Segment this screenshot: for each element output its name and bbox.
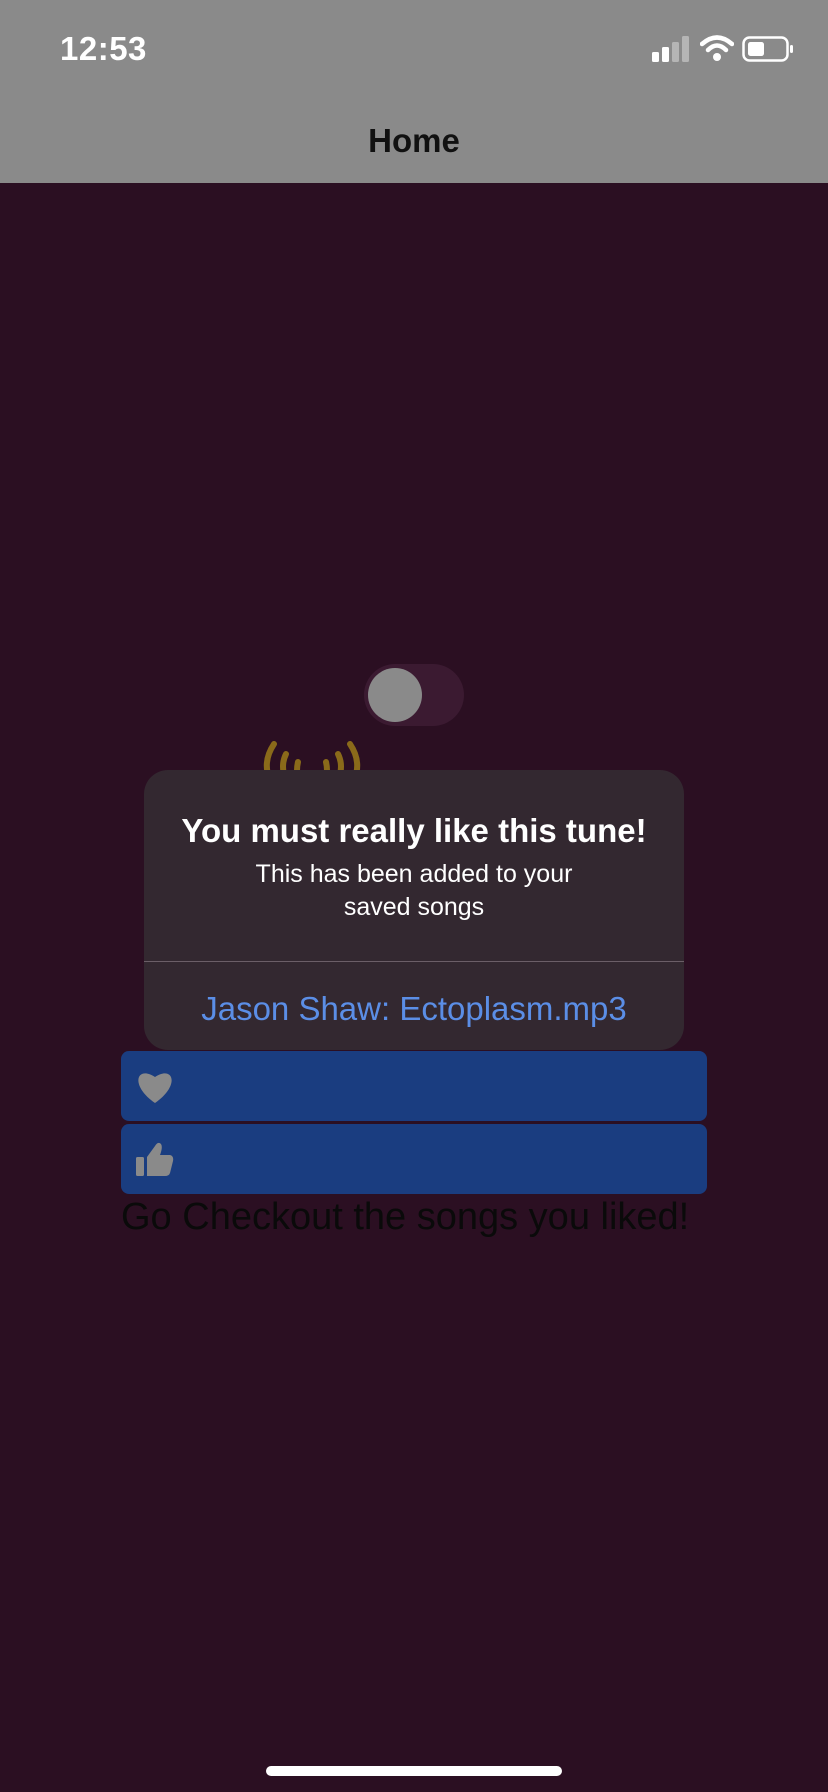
page-title: Home — [368, 122, 460, 159]
wifi-icon — [700, 35, 734, 61]
liked-songs-prompt[interactable]: Go Checkout the songs you liked! — [121, 1196, 721, 1239]
play-toggle-switch[interactable] — [364, 664, 464, 726]
cellular-signal-icon — [652, 36, 689, 62]
alert-divider — [144, 961, 684, 962]
battery-icon — [742, 36, 793, 62]
alert-message: This has been added to your saved songs — [255, 860, 573, 921]
alert-title: You must really like this tune! — [181, 812, 647, 849]
home-indicator[interactable] — [266, 1766, 562, 1776]
status-time: 12:53 — [60, 30, 147, 67]
alert-action-button[interactable]: Jason Shaw: Ectoplasm.mp3 — [144, 990, 684, 1028]
status-bar: 12:53 — [0, 0, 828, 100]
nav-bar: Home — [0, 100, 828, 183]
heart-icon — [138, 1073, 172, 1103]
saved-song-alert: You must really like this tune! This has… — [144, 770, 684, 1050]
thumbs-up-icon — [136, 1142, 174, 1176]
thumbs-up-row-button[interactable] — [121, 1124, 707, 1194]
toggle-knob — [368, 668, 422, 722]
heart-row-button[interactable] — [121, 1051, 707, 1121]
